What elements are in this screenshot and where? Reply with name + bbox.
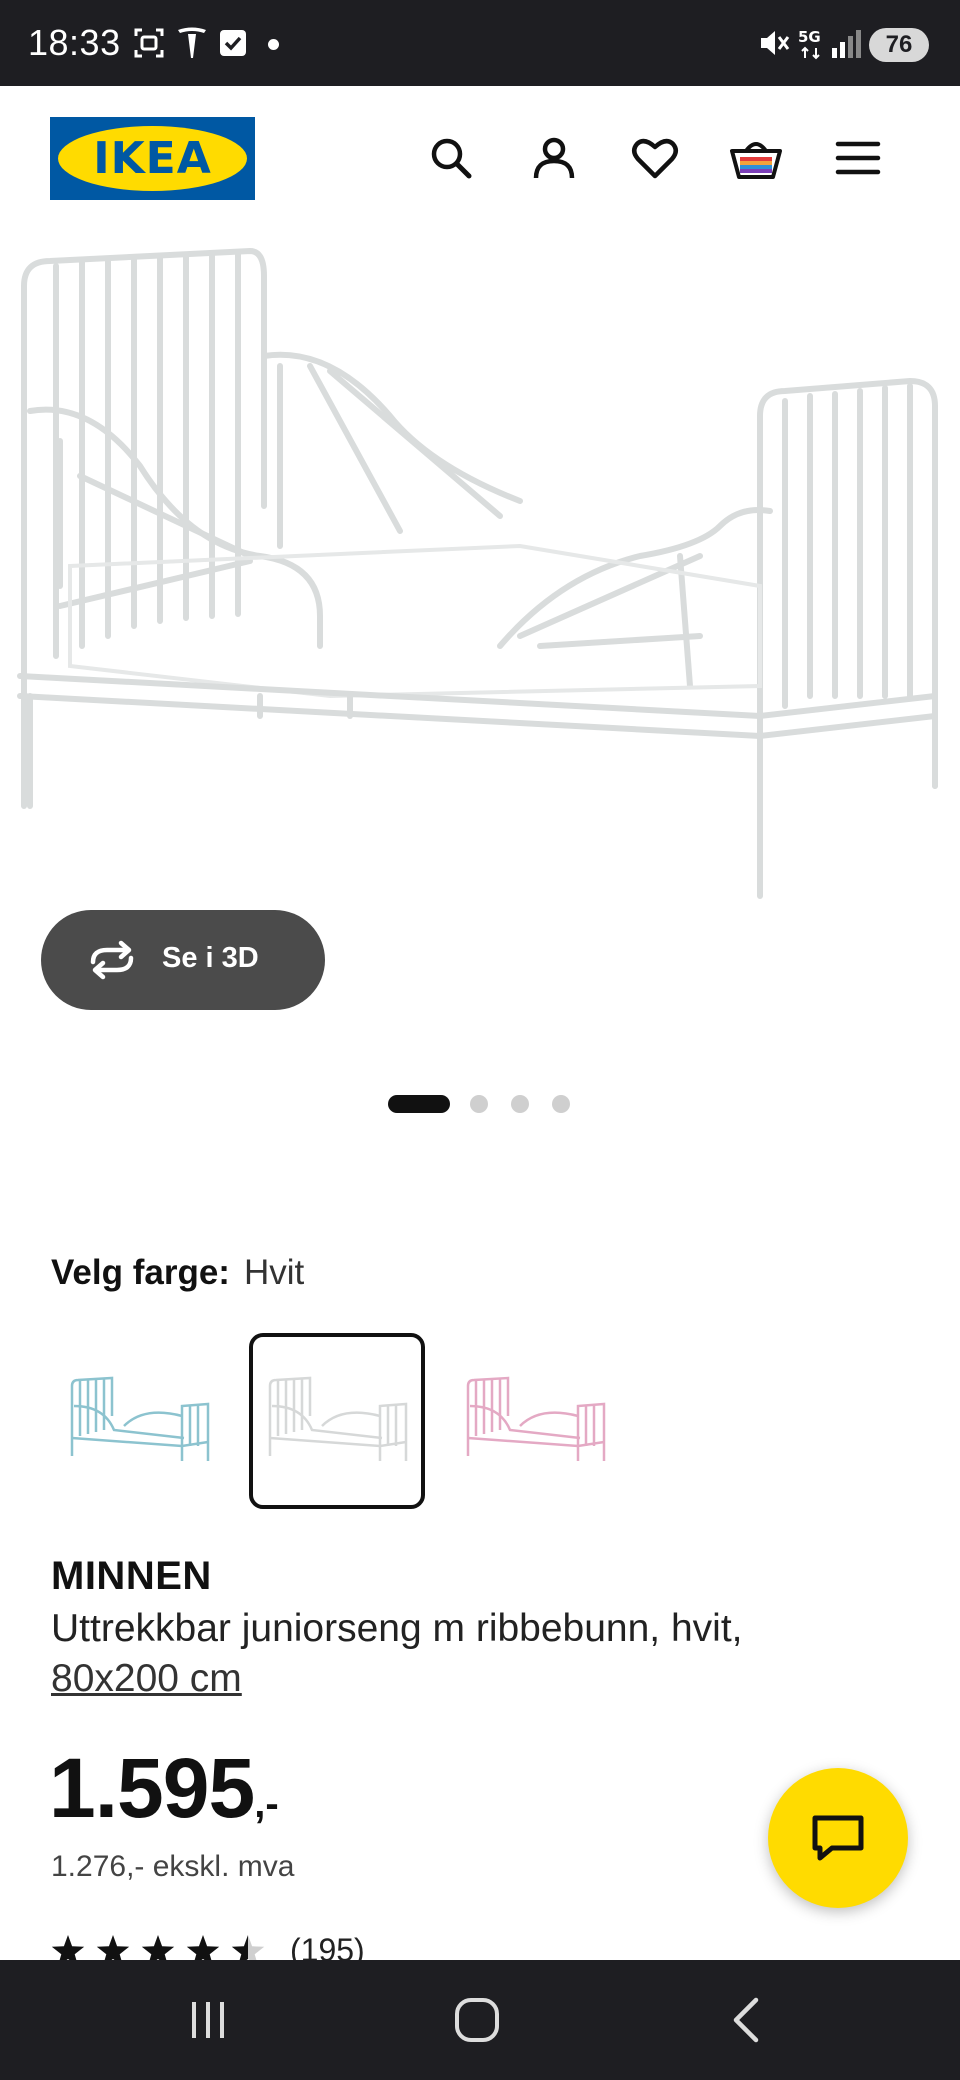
- chat-button[interactable]: [768, 1768, 908, 1908]
- recents-button[interactable]: [148, 1960, 268, 2080]
- back-button[interactable]: [686, 1960, 806, 2080]
- product-name: MINNEN: [51, 1554, 212, 1598]
- price-main: 1.595: [49, 1741, 255, 1835]
- view-3d-label: Se i 3D: [162, 942, 259, 974]
- carousel-dot-2[interactable]: [470, 1095, 488, 1113]
- recents-icon: [192, 2002, 224, 2038]
- signal-icon: [832, 30, 861, 58]
- system-nav-bar: [0, 1960, 960, 2080]
- screenshot-icon: [134, 28, 164, 58]
- carousel-indicator: [0, 1093, 960, 1113]
- product-description-text: Uttrekkbar juniorseng m ribbebunn, hvit,: [51, 1607, 743, 1650]
- status-bar: 18:33 5G 76: [0, 0, 960, 86]
- chat-icon: [812, 1815, 864, 1861]
- home-button[interactable]: [417, 1960, 537, 2080]
- color-swatch-pink[interactable]: [447, 1333, 623, 1509]
- color-swatch-turquoise[interactable]: [51, 1333, 227, 1509]
- product-description: Uttrekkbar juniorseng m ribbebunn, hvit,…: [51, 1604, 871, 1704]
- menu-button[interactable]: [828, 128, 888, 188]
- bed-illustration: [17, 247, 938, 899]
- logo-text: IKEA: [93, 133, 212, 184]
- site-header: IKEA: [0, 86, 960, 226]
- carousel-dot-1[interactable]: [388, 1095, 450, 1113]
- favourites-button[interactable]: [625, 128, 685, 188]
- bed-thumbnail-pink: [466, 1376, 606, 1461]
- selected-color: Hvit: [243, 1253, 305, 1292]
- status-time: 18:33: [28, 22, 121, 63]
- 5g-icon: 5G: [798, 28, 821, 60]
- search-button[interactable]: [421, 128, 481, 188]
- home-icon: [455, 1998, 499, 2042]
- bed-thumbnail-white: [268, 1376, 408, 1461]
- price-ex-vat: 1.276,- ekskl. mva: [51, 1850, 295, 1883]
- price-suffix: ,-: [254, 1782, 279, 1826]
- product-price: 1.595,-: [49, 1740, 279, 1837]
- carousel-dot-3[interactable]: [511, 1095, 529, 1113]
- menu-icon: [835, 141, 881, 175]
- svg-text:5G: 5G: [798, 28, 821, 46]
- rotate-3d-icon: [90, 940, 134, 980]
- color-picker-key: Velg farge:: [51, 1253, 230, 1292]
- basket-icon: [730, 142, 782, 179]
- back-icon: [733, 1997, 759, 2043]
- product-size-link[interactable]: 80x200 cm: [51, 1657, 242, 1700]
- battery-icon: 76: [869, 28, 929, 62]
- basket-button[interactable]: [726, 128, 786, 188]
- heart-icon: [632, 138, 678, 179]
- checkbox-icon: [220, 30, 246, 56]
- notification-dot: [268, 39, 279, 50]
- view-3d-button[interactable]: Se i 3D: [41, 910, 325, 1010]
- account-icon: [533, 137, 575, 179]
- ikea-logo[interactable]: IKEA: [50, 117, 255, 200]
- mute-icon: [761, 31, 790, 55]
- account-button[interactable]: [524, 128, 584, 188]
- color-swatch-white[interactable]: [249, 1333, 425, 1509]
- color-picker-label: Velg farge: Hvit: [51, 1253, 304, 1293]
- carousel-dot-4[interactable]: [552, 1095, 570, 1113]
- product-image[interactable]: [0, 226, 960, 926]
- search-icon: [431, 138, 472, 179]
- bed-thumbnail-turquoise: [70, 1376, 210, 1461]
- tesla-icon: [178, 27, 206, 58]
